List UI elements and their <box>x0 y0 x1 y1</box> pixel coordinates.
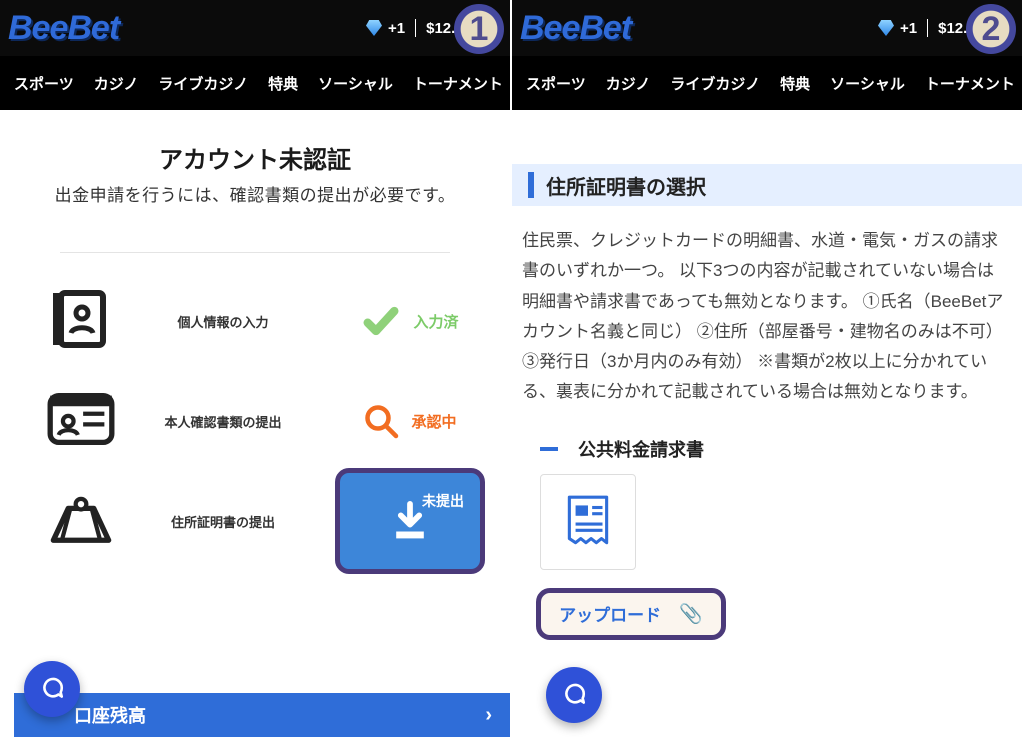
upload-button[interactable]: アップロード 📎 <box>536 588 726 640</box>
section-description: 住民票、クレジットカードの明細書、水道・電気・ガスの請求書のいずれか一つ。 以下… <box>512 206 1022 422</box>
verify-step-address: 住所証明書の提出 未提出 <box>20 471 490 571</box>
step-label: 本人確認書類の提出 <box>116 412 330 431</box>
nav-tournament[interactable]: トーナメント <box>915 73 1022 94</box>
check-icon <box>361 301 401 341</box>
nav-livecasino[interactable]: ライブカジノ <box>148 73 258 94</box>
step-label: 住所証明書の提出 <box>116 512 330 531</box>
attachment-icon: 📎 <box>679 602 703 626</box>
nav-social[interactable]: ソーシャル <box>308 73 403 94</box>
main-nav: スポーツ カジノ ライブカジノ 特典 ソーシャル トーナメント <box>512 56 1022 110</box>
verify-step-personal: 個人情報の入力 入力済 <box>20 271 490 371</box>
nav-social[interactable]: ソーシャル <box>820 73 915 94</box>
verify-step-identity: 本人確認書類の提出 承認中 <box>20 371 490 471</box>
id-card-icon <box>46 392 116 451</box>
header: BeeBet +1 $12.60 1 <box>0 0 510 56</box>
chat-icon <box>561 682 587 708</box>
nav-livecasino[interactable]: ライブカジノ <box>660 73 770 94</box>
step-status: 承認中 <box>330 403 490 439</box>
nav-casino[interactable]: カジノ <box>84 73 149 94</box>
step-badge-2: 2 <box>966 4 1016 54</box>
gem-icon <box>878 20 894 36</box>
chat-button[interactable] <box>24 661 80 717</box>
nav-tournament[interactable]: トーナメント <box>403 73 510 94</box>
contacts-icon <box>46 287 116 356</box>
brand-logo[interactable]: BeeBet <box>520 9 631 48</box>
accordion-header[interactable]: 公共料金請求書 <box>526 422 1008 474</box>
search-icon <box>363 403 399 439</box>
upload-address-card[interactable]: 未提出 <box>335 468 485 574</box>
nav-sports[interactable]: スポーツ <box>4 73 84 94</box>
nav-casino[interactable]: カジノ <box>596 73 661 94</box>
section-title: 住所証明書の選択 <box>512 164 1022 206</box>
page-subtitle: 出金申請を行うには、確認書類の提出が必要です。 <box>20 181 490 206</box>
chevron-right-icon: › <box>485 704 492 727</box>
brand-logo[interactable]: BeeBet <box>8 9 119 48</box>
nav-bonus[interactable]: 特典 <box>258 73 308 94</box>
divider <box>927 19 928 37</box>
document-thumbnail[interactable] <box>540 474 636 570</box>
receipt-icon <box>563 493 613 551</box>
divider <box>415 19 416 37</box>
nav-bonus[interactable]: 特典 <box>770 73 820 94</box>
chat-icon <box>39 676 65 702</box>
header: BeeBet +1 $12.60 2 <box>512 0 1022 56</box>
main-nav: スポーツ カジノ ライブカジノ 特典 ソーシャル トーナメント <box>0 56 510 110</box>
map-icon <box>46 489 116 554</box>
gem-delta: +1 <box>388 20 405 37</box>
page-title: アカウント未認証 <box>20 140 490 175</box>
chat-button[interactable] <box>546 667 602 723</box>
nav-sports[interactable]: スポーツ <box>516 73 596 94</box>
step-status: 入力済 <box>330 301 490 341</box>
balance-bar[interactable]: 口座残高 › <box>14 693 510 737</box>
step-badge-1: 1 <box>454 4 504 54</box>
gem-delta: +1 <box>900 20 917 37</box>
minus-icon <box>540 447 558 451</box>
accordion-utility-bill: 公共料金請求書 アップロード 📎 <box>526 422 1008 640</box>
step-status[interactable]: 未提出 <box>330 468 490 574</box>
step-label: 個人情報の入力 <box>116 312 330 331</box>
gem-icon <box>366 20 382 36</box>
divider <box>60 252 450 253</box>
